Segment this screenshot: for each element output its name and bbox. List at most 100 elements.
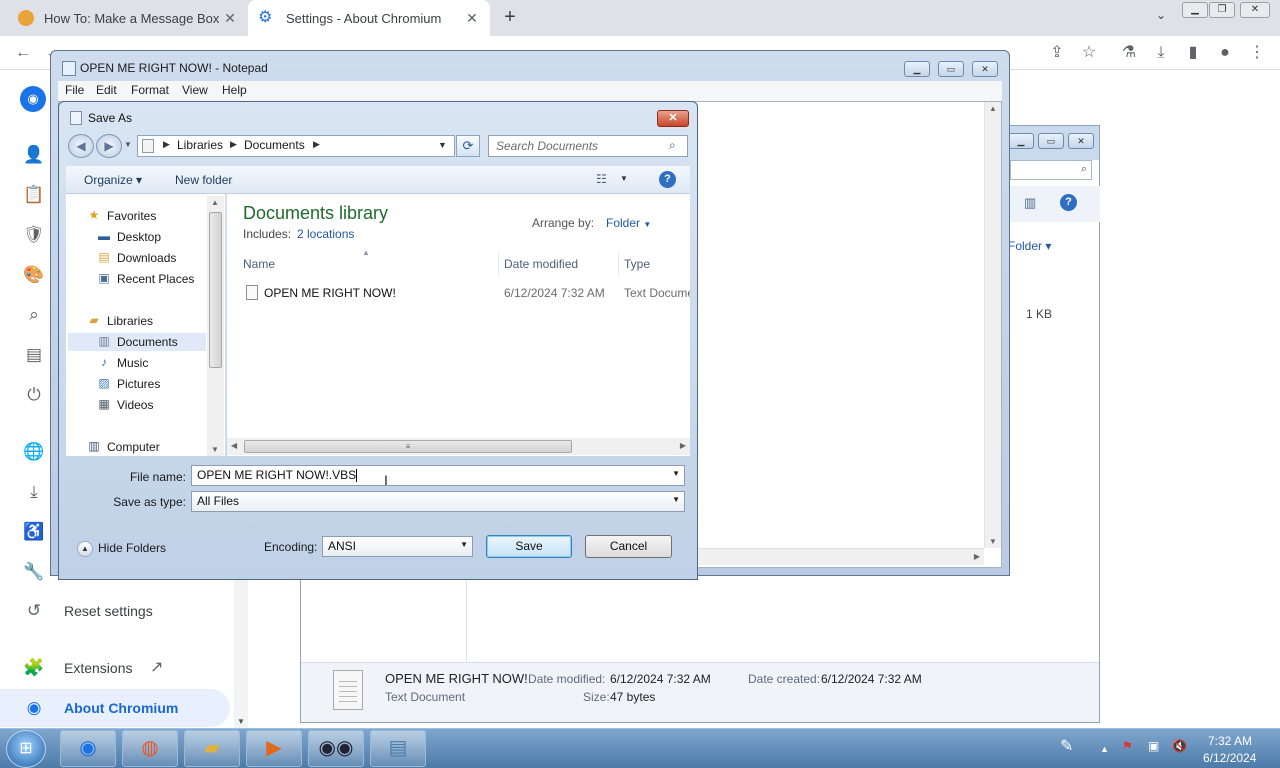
side-panel-icon[interactable]: ▮ xyxy=(1182,42,1204,64)
nav-item-computer[interactable]: Computer xyxy=(107,440,160,454)
nav-item-videos[interactable]: Videos xyxy=(117,398,153,412)
hide-folders-button[interactable]: Hide Folders xyxy=(98,541,166,555)
bookmark-star-icon[interactable]: ☆ xyxy=(1078,42,1100,64)
taskbar-eyes-app-icon[interactable]: ◉◉ xyxy=(308,730,364,767)
file-name-input[interactable]: OPEN ME RIGHT NOW!.VBS ▼ xyxy=(191,465,685,486)
puzzle-icon[interactable]: 🧩 xyxy=(22,656,46,680)
accessibility-icon[interactable]: ♿ xyxy=(22,520,46,544)
nav-item-downloads[interactable]: Downloads xyxy=(117,251,176,265)
explorer-search-input[interactable]: ⌕ xyxy=(1010,160,1092,180)
breadcrumb-libraries[interactable]: Libraries xyxy=(177,138,223,152)
sidebar-item-about-chromium[interactable]: About Chromium xyxy=(64,700,178,716)
chevron-up-icon[interactable]: ▲ xyxy=(77,541,93,557)
nav-item-pictures[interactable]: Pictures xyxy=(117,377,160,391)
column-header-name[interactable]: Name xyxy=(243,257,275,271)
taskbar-chromium-icon[interactable]: ◉ xyxy=(60,730,116,767)
external-link-icon[interactable]: ↗ xyxy=(150,657,163,677)
tab-settings-about[interactable]: ⚙ Settings - About Chromium ✕ xyxy=(248,0,490,36)
power-icon[interactable]: ⏻ xyxy=(22,383,46,407)
search-icon[interactable]: ⌕ xyxy=(669,138,676,153)
tray-show-hidden-chevron-icon[interactable]: ▲ xyxy=(1100,744,1109,754)
tray-volume-muted-icon[interactable]: 🔇 xyxy=(1172,739,1187,753)
arrange-by-dropdown[interactable]: Folder ▼ xyxy=(606,216,651,230)
sidebar-item-reset-settings[interactable]: Reset settings xyxy=(64,603,153,619)
help-icon[interactable]: ? xyxy=(1060,194,1077,211)
nav-item-libraries[interactable]: Libraries xyxy=(107,314,153,328)
menu-kebab-icon[interactable]: ⋮ xyxy=(1246,42,1268,64)
save-as-type-select[interactable]: All Files ▼ xyxy=(191,491,685,512)
tab-search-chevron-icon[interactable]: ⌄ xyxy=(1152,8,1170,26)
breadcrumb-documents[interactable]: Documents xyxy=(244,138,305,152)
tray-network-icon[interactable]: ▣ xyxy=(1148,739,1159,753)
tray-pen-icon[interactable]: ✎ xyxy=(1060,736,1073,756)
clipboard-icon[interactable]: 📋 xyxy=(22,183,46,207)
menu-file[interactable]: File xyxy=(65,83,84,97)
menu-format[interactable]: Format xyxy=(131,83,169,97)
nav-item-recent-places[interactable]: Recent Places xyxy=(117,272,194,286)
taskbar-firefox-icon[interactable]: ◍ xyxy=(122,730,178,767)
menu-edit[interactable]: Edit xyxy=(96,83,117,97)
file-list-scroll-thumb[interactable]: ≡ xyxy=(244,440,572,453)
dropdown-arrow-icon[interactable]: ▼ xyxy=(460,540,468,549)
forward-arrow-icon[interactable]: ▶ xyxy=(96,134,122,158)
reset-history-icon[interactable]: ↺ xyxy=(22,599,46,623)
tab-how-to[interactable]: How To: Make a Message Box Us ✕ xyxy=(8,0,248,36)
new-folder-button[interactable]: New folder xyxy=(175,173,232,187)
globe-icon[interactable]: 🌐 xyxy=(22,440,46,464)
sidebar-item-extensions[interactable]: Extensions xyxy=(64,660,132,676)
download-icon[interactable]: ⤓ xyxy=(1150,42,1172,64)
new-tab-button[interactable]: + xyxy=(500,6,520,30)
column-separator[interactable] xyxy=(498,254,499,274)
breadcrumb-arrow-icon[interactable]: ▶ xyxy=(230,139,237,150)
taskbar-media-player-icon[interactable]: ▶ xyxy=(246,730,302,767)
preview-pane-icon[interactable]: ▥ xyxy=(1024,195,1036,211)
search-icon[interactable]: ⌕ xyxy=(22,303,46,327)
notepad-minimize-button[interactable]: ▁ xyxy=(904,61,930,77)
menu-view[interactable]: View xyxy=(182,83,208,97)
notepad-vertical-scrollbar[interactable]: ▲ ▼ xyxy=(984,102,1001,548)
window-restore-button[interactable]: ❐ xyxy=(1209,2,1235,18)
back-arrow-icon[interactable]: ← xyxy=(12,42,34,64)
encoding-select[interactable]: ANSI ▼ xyxy=(322,536,473,557)
shield-icon[interactable]: 🛡 xyxy=(22,223,46,247)
clock-time[interactable]: 7:32 AM xyxy=(1208,734,1252,748)
cancel-button[interactable]: Cancel xyxy=(585,535,672,558)
nav-item-favorites[interactable]: Favorites xyxy=(107,209,156,223)
window-minimize-button[interactable]: ▁ xyxy=(1182,2,1208,18)
column-separator[interactable] xyxy=(618,254,619,274)
notepad-close-button[interactable]: ✕ xyxy=(972,61,998,77)
notepad-horizontal-scrollbar[interactable]: ▶ xyxy=(697,548,984,565)
view-dropdown-icon[interactable]: ▼ xyxy=(620,174,628,183)
save-button[interactable]: Save xyxy=(486,535,572,558)
explorer-arrange-folder[interactable]: Folder ▾ xyxy=(1008,239,1051,253)
change-view-icon[interactable]: ☷ xyxy=(596,172,607,186)
window-close-button[interactable]: ✕ xyxy=(1240,2,1270,18)
explorer-maximize-button[interactable]: ▭ xyxy=(1038,133,1064,149)
palette-icon[interactable]: 🎨 xyxy=(22,263,46,287)
organize-button[interactable]: Organize ▾ xyxy=(84,173,142,187)
start-button-windows-icon[interactable]: ⊞ xyxy=(6,730,46,768)
breadcrumb-arrow-icon[interactable]: ▶ xyxy=(313,139,320,150)
sidebar-scrollbar[interactable]: ▼ xyxy=(234,578,248,728)
clock-date[interactable]: 6/12/2024 xyxy=(1203,751,1256,765)
dropdown-arrow-icon[interactable]: ▼ xyxy=(672,495,680,504)
column-header-type[interactable]: Type xyxy=(624,257,650,271)
locations-link[interactable]: 2 locations xyxy=(297,227,354,241)
dropdown-arrow-icon[interactable]: ▼ xyxy=(672,469,680,478)
profile-avatar-icon[interactable]: ● xyxy=(1214,42,1236,64)
wrench-icon[interactable]: 🔧 xyxy=(22,560,46,584)
taskbar-notepad-icon[interactable]: ▤ xyxy=(370,730,426,767)
back-arrow-icon[interactable]: ◀ xyxy=(68,134,94,158)
explorer-minimize-button[interactable]: ▁ xyxy=(1008,133,1034,149)
recent-locations-chevron-icon[interactable]: ▼ xyxy=(124,140,132,149)
nav-item-music[interactable]: Music xyxy=(117,356,148,370)
extension-flask-icon[interactable]: ⚗ xyxy=(1118,42,1140,64)
notepad-maximize-button[interactable]: ▭ xyxy=(938,61,964,77)
address-dropdown-icon[interactable]: ▼ xyxy=(438,140,447,150)
column-header-date-modified[interactable]: Date modified xyxy=(504,257,578,271)
explorer-close-button[interactable]: ✕ xyxy=(1068,133,1094,149)
tab-close-icon[interactable]: ✕ xyxy=(222,10,238,27)
person-icon[interactable]: 👤 xyxy=(22,143,46,167)
browser-icon[interactable]: ▤ xyxy=(22,343,46,367)
nav-pane-scroll-thumb[interactable] xyxy=(209,212,222,368)
